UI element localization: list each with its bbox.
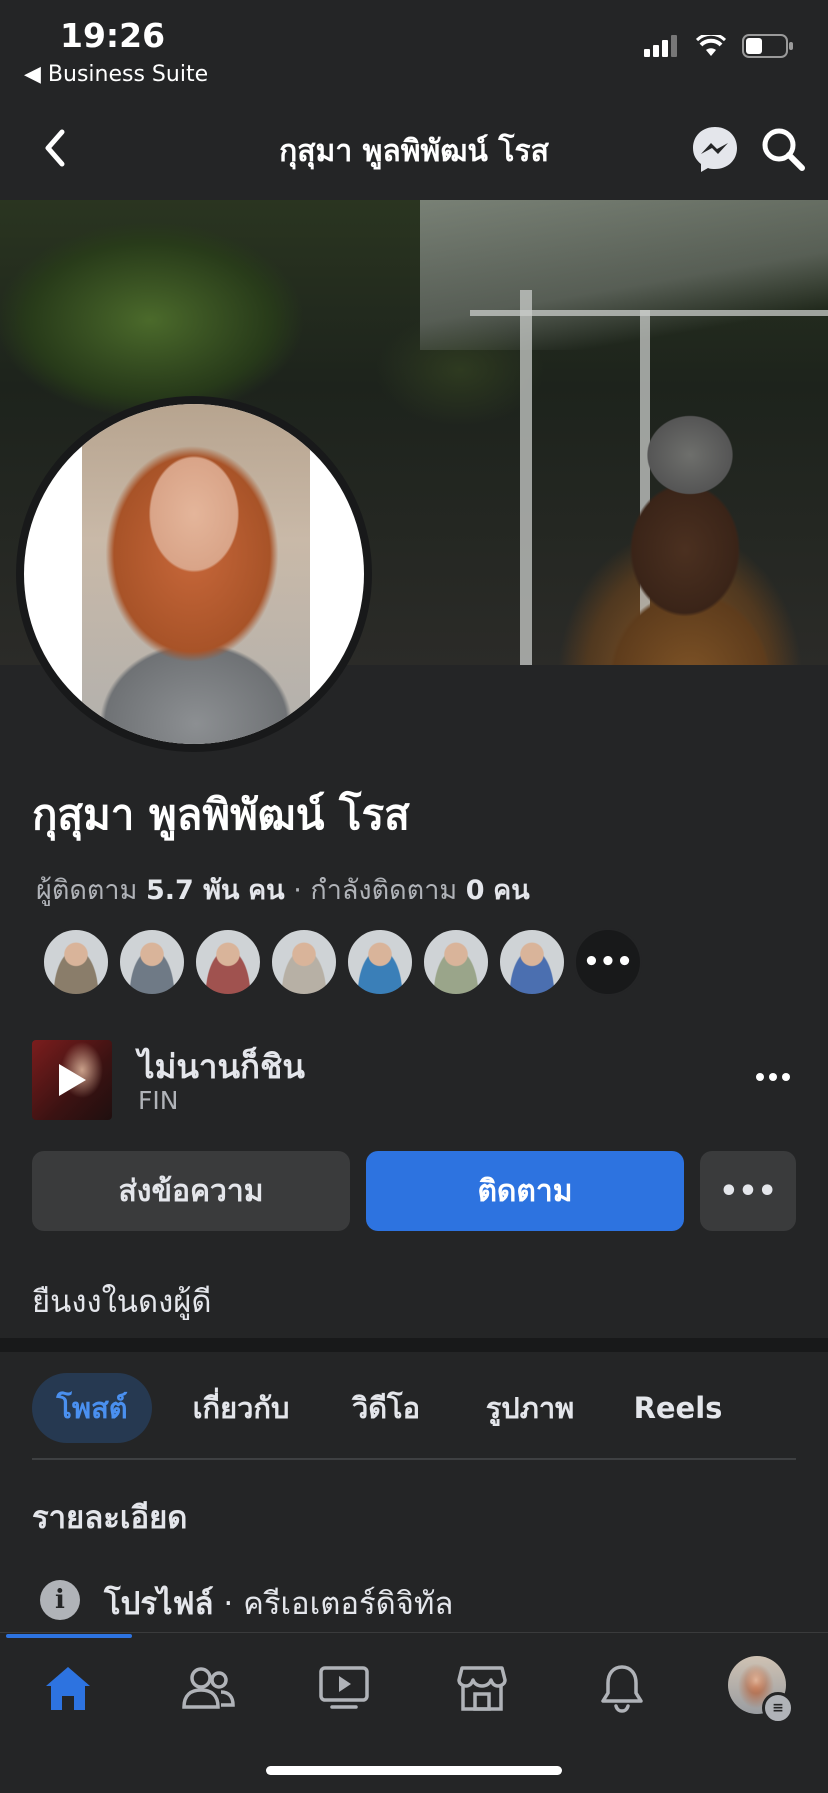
- follow-stats[interactable]: ผู้ติดตาม 5.7 พัน คน · กำลังติดตาม 0 คน: [36, 868, 530, 911]
- follower-avatars: •••: [42, 928, 642, 996]
- cover-person-shape: [590, 380, 790, 665]
- nav-notifications[interactable]: [582, 1656, 662, 1720]
- follow-button[interactable]: ติดตาม: [366, 1151, 684, 1231]
- search-icon: [762, 128, 805, 171]
- status-time: 19:26: [60, 16, 166, 55]
- nav-friends[interactable]: [168, 1656, 248, 1720]
- play-icon: [59, 1064, 86, 1096]
- messenger-button[interactable]: [690, 124, 740, 174]
- signal-icon: [644, 35, 677, 57]
- wifi-icon: [696, 35, 726, 56]
- followers-count: 5.7 พัน: [145, 875, 240, 906]
- battery-icon: [742, 34, 793, 58]
- music-thumbnail[interactable]: [32, 1040, 112, 1120]
- tab-posts[interactable]: โพสต์: [32, 1373, 152, 1443]
- messenger-icon: [693, 127, 737, 172]
- tab-reels[interactable]: Reels: [622, 1373, 734, 1443]
- following-count: 0: [465, 875, 485, 906]
- nav-video[interactable]: [304, 1656, 384, 1720]
- tabs-divider: [32, 1458, 796, 1460]
- video-icon: [319, 1666, 369, 1709]
- cover-beam: [470, 310, 828, 316]
- nav-home[interactable]: [28, 1656, 108, 1720]
- more-followers-button[interactable]: •••: [574, 928, 642, 996]
- profile-name: กุสุมา พูลพิพัฒน์ โรส: [32, 790, 410, 839]
- active-tab-indicator: [6, 1634, 132, 1638]
- nav-marketplace[interactable]: [442, 1656, 522, 1720]
- info-icon: i: [40, 1580, 80, 1620]
- tab-videos[interactable]: วิดีโอ: [330, 1373, 442, 1443]
- music-artist: FIN: [138, 1086, 179, 1115]
- profile-type: โปรไฟล์ · ครีเอเตอร์ดิจิทัล: [104, 1578, 453, 1628]
- more-horizontal-icon: [756, 1073, 790, 1081]
- music-options-button[interactable]: [748, 1062, 798, 1092]
- send-message-button[interactable]: ส่งข้อความ: [32, 1151, 350, 1231]
- follower-avatar[interactable]: [270, 928, 338, 996]
- bell-icon: [601, 1665, 643, 1713]
- follower-avatar[interactable]: [498, 928, 566, 996]
- following-unit: คน: [493, 875, 530, 906]
- search-button[interactable]: [758, 124, 808, 174]
- follower-avatar[interactable]: [346, 928, 414, 996]
- profile-bio: ยืนงงในดงผู้ดี: [32, 1284, 212, 1320]
- page-title: กุสุมา พูลพิพัฒน์ โรส: [279, 134, 549, 169]
- tab-photos[interactable]: รูปภาพ: [470, 1373, 590, 1443]
- follower-avatar[interactable]: [42, 928, 110, 996]
- home-icon: [46, 1667, 90, 1710]
- home-indicator: [266, 1766, 562, 1775]
- cover-pole: [520, 290, 532, 665]
- profile-type-label: โปรไฟล์: [104, 1586, 214, 1622]
- status-icons: [644, 34, 794, 58]
- back-to-business-suite-link[interactable]: ◀ Business Suite: [24, 62, 208, 87]
- stats-separator: ·: [293, 875, 311, 906]
- cover-roof-shape: [420, 200, 828, 350]
- follower-avatar[interactable]: [194, 928, 262, 996]
- following-label: กำลังติดตาม: [310, 875, 458, 906]
- follower-avatar[interactable]: [422, 928, 490, 996]
- tab-about[interactable]: เกี่ยวกับ: [176, 1373, 306, 1443]
- followers-label: ผู้ติดตาม: [36, 875, 138, 906]
- profile-picture[interactable]: [24, 404, 364, 744]
- followers-unit: คน: [248, 875, 285, 906]
- more-options-button[interactable]: •••: [700, 1151, 796, 1231]
- friends-icon: [182, 1667, 235, 1709]
- follower-avatar[interactable]: [118, 928, 186, 996]
- back-button[interactable]: [30, 123, 80, 173]
- menu-badge-icon: ≡: [762, 1692, 794, 1724]
- details-title: รายละเอียด: [32, 1500, 188, 1536]
- profile-picture-photo: [82, 404, 310, 744]
- marketplace-icon: [457, 1666, 507, 1711]
- back-chevron-icon: [45, 129, 65, 167]
- profile-type-value: · ครีเอเตอร์ดิจิทัล: [213, 1586, 454, 1622]
- section-divider: [0, 1338, 828, 1352]
